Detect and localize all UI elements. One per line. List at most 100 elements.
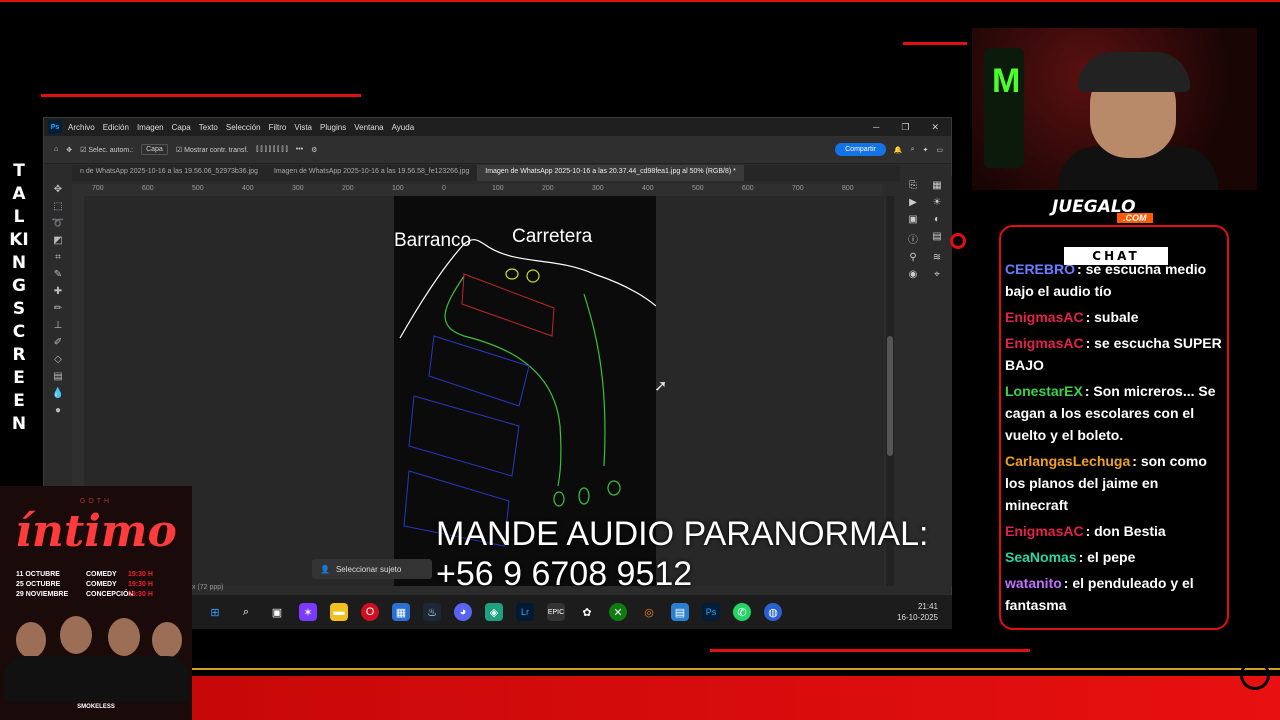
chatgpt-icon[interactable]: ✿: [578, 603, 596, 621]
history-brush-icon[interactable]: ✐: [54, 337, 62, 348]
poster-place: COMEDY: [86, 571, 117, 578]
align-icons[interactable]: ⫿ ⫿ ⫿ ⫿ ⫿ ⫿ ⫿ ⫿: [256, 146, 288, 154]
task-view-icon[interactable]: ▣: [268, 603, 286, 621]
menu-edicion[interactable]: Edición: [103, 123, 129, 132]
search-icon[interactable]: ⌕: [911, 146, 915, 154]
gaming-app-icon[interactable]: ◈: [485, 603, 503, 621]
histogram-icon[interactable]: ▦: [928, 180, 946, 191]
chat-username[interactable]: LonestarEX: [1005, 383, 1083, 399]
bell-icon[interactable]: 🔔: [894, 146, 903, 154]
properties-icon[interactable]: ▣: [904, 214, 922, 225]
windows-start-icon[interactable]: ⊞: [206, 603, 224, 621]
discord-icon[interactable]: ◕: [454, 603, 472, 621]
select-subject-button[interactable]: Seleccionar sujeto: [336, 565, 401, 574]
chat-username[interactable]: CarlangasLechuga: [1005, 453, 1130, 469]
chat-message: EnigmasAC: subale: [1005, 306, 1225, 328]
lightbulb-icon[interactable]: ✦: [923, 146, 929, 154]
gradient-tool-icon[interactable]: ▤: [53, 371, 62, 382]
stamp-tool-icon[interactable]: ⊥: [54, 320, 63, 331]
whatsapp-icon[interactable]: ✆: [733, 603, 751, 621]
chat-username[interactable]: SeaNomas: [1005, 549, 1077, 565]
notepad-icon[interactable]: ▤: [671, 603, 689, 621]
info-icon[interactable]: ⓘ: [904, 231, 922, 246]
libraries-icon[interactable]: ▤: [928, 231, 946, 246]
file-explorer-icon[interactable]: ▬: [330, 603, 348, 621]
menu-plugins[interactable]: Plugins: [320, 123, 346, 132]
scroll-thumb[interactable]: [887, 336, 893, 456]
workspace-icon[interactable]: ▭: [936, 146, 951, 154]
menu-ventana[interactable]: Ventana: [354, 123, 383, 132]
minimize-icon[interactable]: ─: [873, 122, 879, 133]
epic-games-icon[interactable]: EPIC: [547, 603, 565, 621]
menu-ayuda[interactable]: Ayuda: [392, 123, 415, 132]
marquee-tool-icon[interactable]: ⬚: [53, 201, 62, 212]
brightness-icon[interactable]: ☀: [928, 197, 946, 208]
steam-icon[interactable]: ♨: [423, 603, 441, 621]
eyedropper-tool-icon[interactable]: ✎: [54, 269, 62, 280]
poster-dates: 11 OCTUBRE COMEDY 19:30 H 25 OCTUBRE COMEDY 1…: [16, 570, 153, 600]
taskbar-clock[interactable]: 21:41 16-10-2025: [897, 601, 952, 623]
restore-icon[interactable]: ❐: [901, 122, 909, 133]
ruler-tick-label: 400: [242, 185, 254, 192]
dodge-tool-icon[interactable]: ●: [55, 405, 61, 416]
remote-app-icon[interactable]: ◍: [764, 603, 782, 621]
move-tool-icon[interactable]: ✥: [54, 184, 62, 195]
blur-tool-icon[interactable]: 💧: [52, 388, 64, 399]
settings-gear-icon[interactable]: ⚙: [311, 146, 317, 154]
menu-imagen[interactable]: Imagen: [137, 123, 164, 132]
paths-icon[interactable]: ⌖: [928, 269, 946, 280]
channels-icon[interactable]: ⚲: [904, 252, 922, 263]
bottom-ring-icon: [1240, 660, 1270, 690]
more-options-button[interactable]: •••: [296, 146, 303, 153]
tab-document-1[interactable]: n de WhatsApp 2025-10-16 a las 19.56.06_…: [72, 165, 266, 181]
history-panel-icon[interactable]: ⎘: [904, 180, 922, 191]
opera-icon[interactable]: O: [361, 603, 379, 621]
menu-archivo[interactable]: Archivo: [68, 123, 95, 132]
crop-tool-icon[interactable]: ⌗: [55, 252, 61, 263]
menu-filtro[interactable]: Filtro: [269, 123, 287, 132]
healing-tool-icon[interactable]: ✚: [54, 286, 62, 297]
chat-username[interactable]: EnigmasAC: [1005, 523, 1084, 539]
brush-tool-icon[interactable]: ✏: [54, 303, 62, 314]
chat-username[interactable]: EnigmasAC: [1005, 335, 1084, 351]
poster-place: COMEDY: [86, 581, 117, 588]
close-icon[interactable]: ✕: [931, 122, 939, 133]
share-button[interactable]: Compartir: [835, 143, 886, 156]
menu-vista[interactable]: Vista: [294, 123, 312, 132]
move-tool-icon[interactable]: ✥: [66, 146, 72, 154]
lightroom-icon[interactable]: Lr: [516, 603, 534, 621]
auto-select-checkbox[interactable]: ☑ Selec. autom.:: [80, 146, 133, 154]
chat-username[interactable]: EnigmasAC: [1005, 309, 1084, 325]
layers-icon[interactable]: ≋: [928, 252, 946, 263]
chat-message: watanito: el penduleado y el fantasma: [1005, 572, 1225, 616]
blender-icon[interactable]: ◎: [640, 603, 658, 621]
show-transform-checkbox[interactable]: ☑ Mostrar contr. transf.: [176, 146, 248, 154]
tab-document-2[interactable]: Imagen de WhatsApp 2025-10-16 a las 19.5…: [266, 165, 477, 181]
xbox-icon[interactable]: ✕: [609, 603, 627, 621]
event-poster: GOTH íntimo 11 OCTUBRE COMEDY 19:30 H 25 OC…: [0, 486, 192, 720]
menu-seleccion[interactable]: Selección: [226, 123, 261, 132]
search-icon[interactable]: ⌕: [237, 603, 255, 621]
ruler-tick-label: 400: [642, 185, 654, 192]
chat-message: EnigmasAC: don Bestia: [1005, 520, 1225, 542]
styles-icon[interactable]: ◉: [904, 269, 922, 280]
home-icon[interactable]: ⌂: [54, 146, 58, 153]
copilot-icon[interactable]: ✶: [299, 603, 317, 621]
menu-texto[interactable]: Texto: [199, 123, 218, 132]
eraser-tool-icon[interactable]: ◇: [54, 354, 62, 365]
play-actions-icon[interactable]: ▶: [904, 197, 922, 208]
poster-date: 25 OCTUBRE: [16, 581, 61, 588]
layer-select-dropdown[interactable]: Capa: [141, 144, 168, 155]
tab-document-3-active[interactable]: Imagen de WhatsApp 2025-10-16 a las 20.3…: [477, 165, 744, 181]
contextual-task-bar: 👤 Seleccionar sujeto: [312, 559, 432, 579]
bottom-red-banner: [192, 676, 1280, 720]
adjustments-icon[interactable]: ◐: [928, 214, 946, 225]
object-select-icon[interactable]: ◩: [53, 235, 62, 246]
menu-capa[interactable]: Capa: [172, 123, 191, 132]
photoshop-taskbar-icon[interactable]: Ps: [702, 603, 720, 621]
lasso-tool-icon[interactable]: ➰: [52, 218, 64, 229]
chat-username[interactable]: watanito: [1005, 575, 1062, 591]
chat-message: SeaNomas: el pepe: [1005, 546, 1225, 568]
menu-bar: Ps Archivo Edición Imagen Capa Texto Sel…: [44, 118, 951, 136]
store-icon[interactable]: ▦: [392, 603, 410, 621]
